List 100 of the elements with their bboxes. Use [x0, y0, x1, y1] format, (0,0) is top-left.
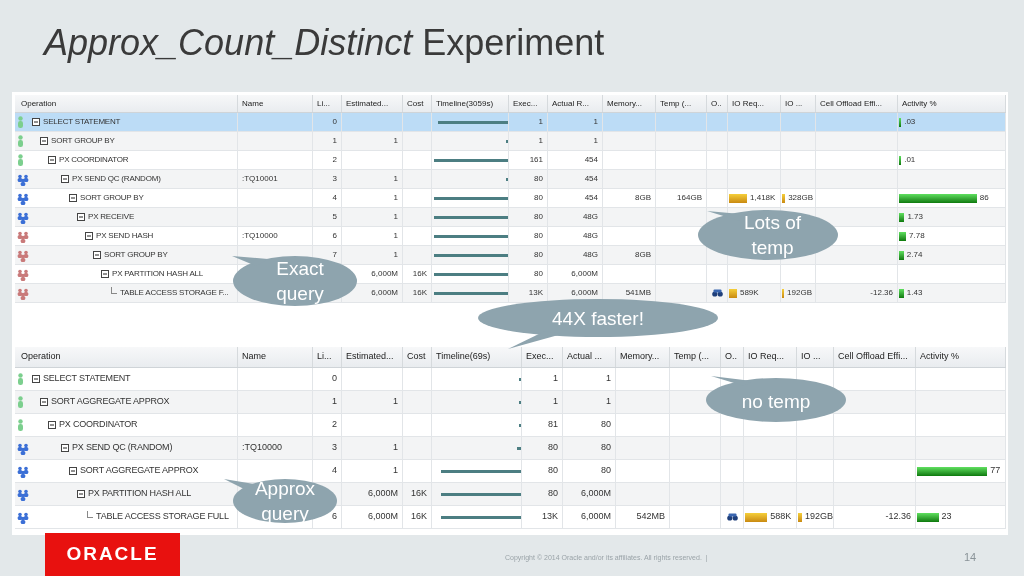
io-bytes-value: 192GB [805, 510, 833, 524]
collapse-icon[interactable] [85, 232, 93, 240]
collapse-icon[interactable] [40, 398, 48, 406]
actual-rows: 48G [582, 230, 598, 242]
collapse-icon[interactable] [77, 213, 85, 221]
plan-row[interactable]: PX COORDINATOR 2 161 454 .01 [15, 151, 1006, 170]
executions-value: 13K [528, 287, 543, 299]
memory-value: 541MB [625, 287, 651, 299]
activity-value: 1.43 [906, 287, 923, 299]
line-id: 4 [332, 464, 337, 478]
column-header[interactable]: IO Req... [748, 350, 784, 364]
line-id: 0 [332, 372, 337, 386]
operation-label: PX COORDINATOR [59, 154, 129, 166]
collapse-icon[interactable] [77, 490, 85, 498]
column-header[interactable]: Actual ... [567, 350, 602, 364]
estimated-rows: 1 [393, 135, 398, 147]
column-header[interactable]: O.. [725, 350, 737, 364]
line-id: 2 [332, 418, 337, 432]
column-header[interactable]: Memory... [607, 97, 642, 110]
cost-value: 16K [412, 287, 427, 299]
plan-row[interactable]: SELECT STATEMENT 0 1 1 .03 [15, 113, 1006, 132]
activity-value: 2.74 [906, 249, 923, 261]
column-header[interactable]: Timeline(69s) [436, 350, 491, 364]
temp-value: 164GB [677, 192, 702, 204]
column-header[interactable]: Memory... [620, 350, 660, 364]
collapse-icon[interactable] [48, 421, 56, 429]
collapse-icon[interactable] [61, 175, 69, 183]
column-header[interactable]: Name [242, 350, 266, 364]
estimated-rows: 6,000M [371, 287, 398, 299]
column-header[interactable]: Cost [407, 350, 426, 364]
estimated-rows: 1 [393, 464, 398, 478]
actual-rows: 80 [601, 464, 611, 478]
column-header[interactable]: Activity % [902, 97, 937, 110]
column-header[interactable]: IO ... [785, 97, 803, 110]
actual-rows: 454 [584, 192, 598, 204]
column-header[interactable]: Cell Offload Effi... [838, 350, 908, 364]
column-header[interactable]: Exec... [513, 97, 538, 110]
collapse-icon[interactable] [69, 194, 77, 202]
column-header[interactable]: IO ... [801, 350, 821, 364]
executions-value: 80 [534, 268, 543, 280]
collapse-icon[interactable] [40, 137, 48, 145]
column-header[interactable]: Operation [21, 350, 61, 364]
actual-rows: 6,000M [571, 287, 598, 299]
column-header[interactable]: Li... [317, 350, 332, 364]
column-header[interactable]: Temp (... [660, 97, 692, 110]
line-id: 2 [332, 154, 337, 166]
plan-row[interactable]: SORT GROUP BY 4 1 80 454 8GB 164GB 1,418K 328GB 86 [15, 189, 1006, 208]
column-header[interactable]: Exec... [526, 350, 554, 364]
memory-value: 542MB [636, 510, 665, 524]
executions-value: 80 [534, 192, 543, 204]
operation-label: PX SEND QC (RANDOM) [72, 441, 173, 455]
executions-value: 80 [534, 211, 543, 223]
collapse-icon[interactable] [48, 156, 56, 164]
column-header[interactable]: Actual R... [552, 97, 589, 110]
executions-value: 1 [538, 116, 543, 128]
object-name: :TQ10001 [242, 173, 278, 185]
executions-value: 1 [553, 395, 558, 409]
activity-value: 86 [979, 192, 989, 204]
column-header[interactable]: Operation [21, 97, 57, 110]
collapse-icon[interactable] [32, 118, 40, 126]
actual-rows: 6,000M [571, 268, 598, 280]
column-header[interactable]: Cost [407, 97, 424, 110]
estimated-rows: 1 [393, 441, 398, 455]
column-header[interactable]: Li... [317, 97, 330, 110]
speech-bubble: no temp [706, 376, 846, 422]
plan-row[interactable]: SORT GROUP BY 1 1 1 1 [15, 132, 1006, 151]
column-header[interactable]: Estimated... [346, 97, 389, 110]
memory-value: 8GB [635, 192, 651, 204]
column-header[interactable]: O.. [711, 97, 722, 110]
estimated-rows: 6,000M [371, 268, 398, 280]
column-header[interactable]: Cell Offload Effi... [820, 97, 882, 110]
cost-value: 16K [412, 268, 427, 280]
collapse-icon[interactable] [69, 467, 77, 475]
column-header[interactable]: Temp (... [674, 350, 709, 364]
column-header[interactable]: Estimated... [346, 350, 394, 364]
collapse-icon[interactable] [32, 375, 40, 383]
column-header[interactable]: Timeline(3059s) [436, 97, 494, 110]
io-bytes-value: 192GB [787, 287, 812, 299]
executions-value: 1 [538, 135, 543, 147]
column-header[interactable]: IO Req... [732, 97, 764, 110]
collapse-icon[interactable] [61, 444, 69, 452]
executions-value: 161 [529, 154, 543, 166]
plan-row[interactable]: PX SEND QC (RANDOM) :TQ10001 3 1 80 454 [15, 170, 1006, 189]
plan-row[interactable]: PX SEND QC (RANDOM) :TQ10000 3 1 80 80 [15, 437, 1006, 460]
operation-label: PX SEND QC (RANDOM) [72, 173, 161, 185]
collapse-icon[interactable] [93, 251, 101, 259]
column-header[interactable]: Name [242, 97, 264, 110]
actual-rows: 1 [606, 372, 611, 386]
line-id: 3 [332, 173, 337, 185]
collapse-icon[interactable] [101, 270, 109, 278]
operation-label: PX COORDINATOR [59, 418, 138, 432]
executions-value: 80 [548, 487, 558, 501]
operation-label: SORT GROUP BY [51, 135, 115, 147]
executions-value: 80 [548, 441, 558, 455]
estimated-rows: 1 [393, 173, 398, 185]
executions-value: 80 [534, 173, 543, 185]
plan-row[interactable]: SORT AGGREGATE APPROX 4 1 80 80 77 [15, 460, 1006, 483]
plan-row[interactable]: SELECT STATEMENT 0 1 1 [15, 368, 1006, 391]
column-header[interactable]: Activity % [920, 350, 959, 364]
plan-row[interactable]: PX COORDINATOR 2 81 80 [15, 414, 1006, 437]
